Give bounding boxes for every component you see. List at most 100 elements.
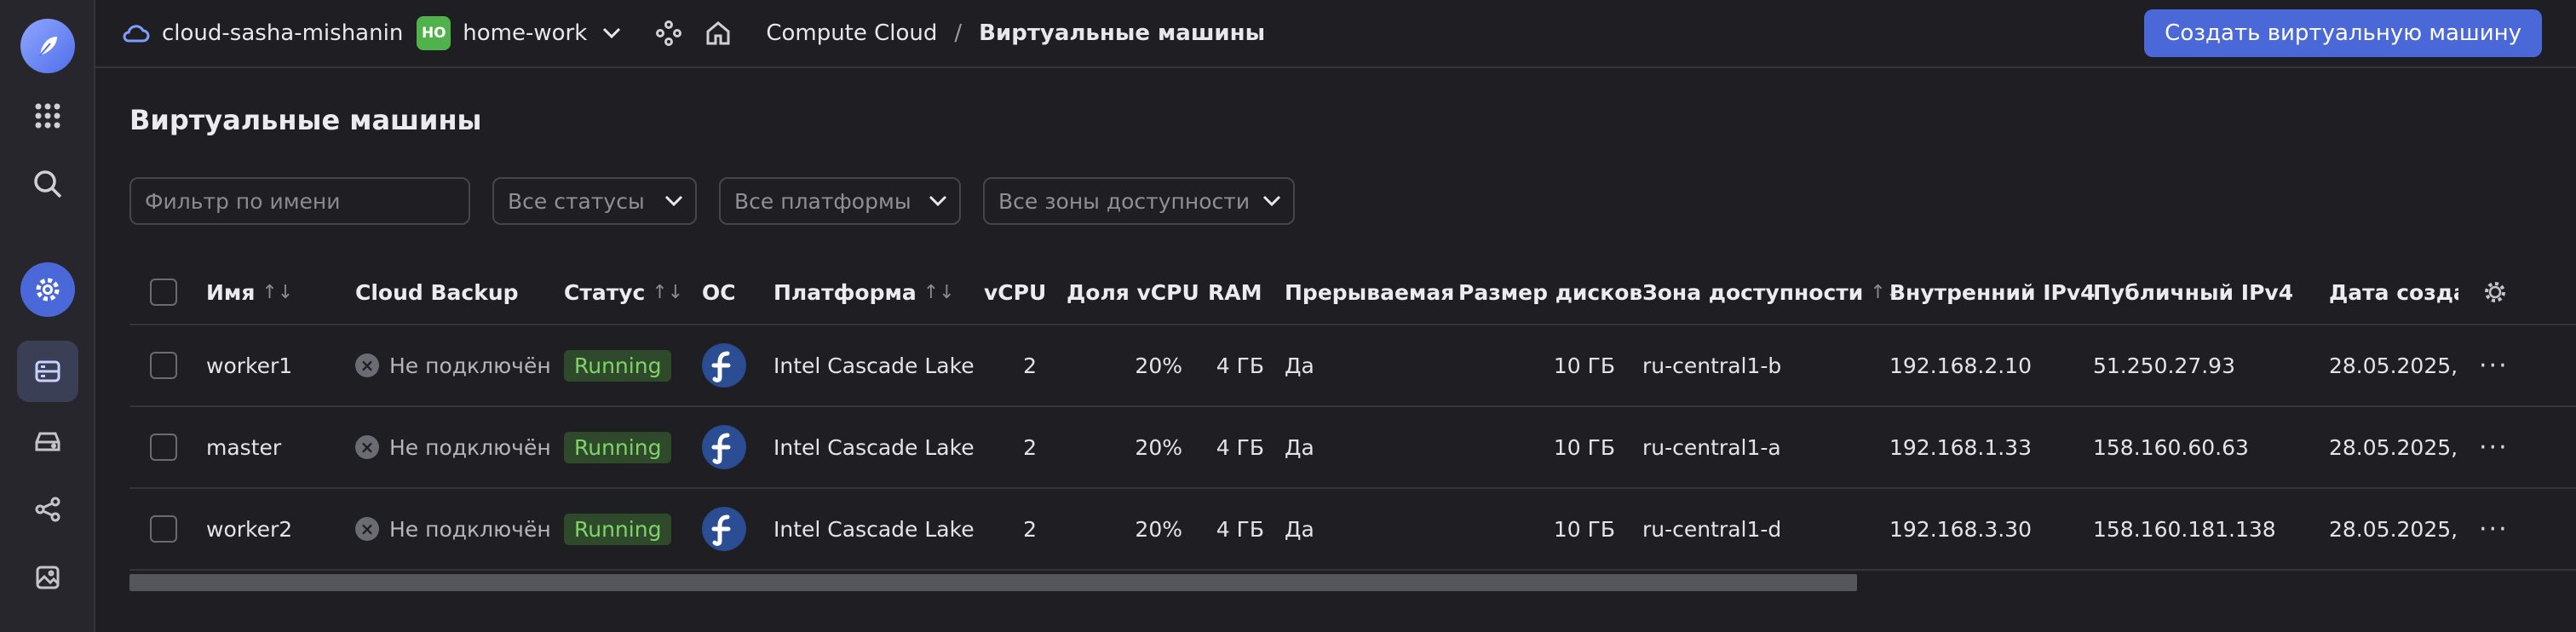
sort-icon[interactable]: ↑↓ <box>652 282 683 303</box>
ram: 4 ГБ <box>1216 353 1264 378</box>
backup-cell: × Не подключён <box>355 489 551 569</box>
network-icon[interactable] <box>17 479 78 540</box>
vm-name[interactable]: worker2 <box>206 489 292 569</box>
breadcrumb-service[interactable]: Compute Cloud <box>766 20 937 46</box>
backup-cell: × Не подключён <box>355 407 551 487</box>
backup-status: Не подключён <box>389 434 551 460</box>
settings-gear-icon[interactable] <box>20 262 75 317</box>
created-date: 28.05.2025, в <box>2329 353 2458 378</box>
column-header-created: Дата создан <box>2329 279 2458 305</box>
cloud-selector[interactable]: cloud-sasha-mishanin <box>121 20 403 46</box>
row-checkbox[interactable] <box>150 352 177 379</box>
internal-ip: 192.168.3.30 <box>1889 516 2032 542</box>
filter-bar: Все статусы Все платформы Все зоны досту… <box>129 177 1295 225</box>
preemptible: Да <box>1285 353 1314 378</box>
column-header-vcpu: vCPU <box>984 279 1047 305</box>
chevron-down-icon <box>1262 195 1281 207</box>
status-filter-select[interactable]: Все статусы <box>492 177 697 225</box>
image-icon[interactable] <box>17 547 78 608</box>
page-title: Виртуальные машины <box>129 104 482 136</box>
disk-size: 10 ГБ <box>1553 516 1615 542</box>
platform-filter-value: Все платформы <box>734 188 911 214</box>
folder-selector[interactable]: HO home-work <box>403 16 621 50</box>
column-header-name[interactable]: Имя ↑↓ <box>206 261 293 324</box>
top-header: cloud-sasha-mishanin HO home-work Comput… <box>95 0 2576 68</box>
vm-name[interactable]: master <box>206 407 281 487</box>
status-badge: Running <box>564 349 672 382</box>
column-header-platform[interactable]: Платформа ↑↓ <box>773 261 955 324</box>
more-icon[interactable]: ··· <box>2479 407 2509 487</box>
compute-icon[interactable] <box>17 341 78 402</box>
column-header-internal-ip: Внутренний IPv4 <box>1889 279 2096 305</box>
fedora-icon <box>702 343 746 388</box>
more-icon[interactable]: ··· <box>2479 325 2509 405</box>
vcpu-share: 20% <box>1135 434 1182 460</box>
chevron-down-icon <box>664 195 683 207</box>
zone: ru-central1-a <box>1642 434 1781 460</box>
table-row[interactable]: worker1 × Не подключён Running Intel Cas… <box>129 325 2576 407</box>
create-vm-button[interactable]: Создать виртуальную машину <box>2144 9 2542 57</box>
disk-size: 10 ГБ <box>1553 353 1615 378</box>
backup-cell: × Не подключён <box>355 325 551 405</box>
backup-status: Не подключён <box>389 516 551 542</box>
fedora-icon <box>702 507 746 551</box>
table-row[interactable]: master × Не подключён Running Intel Casc… <box>129 407 2576 489</box>
column-header-ram: RAM <box>1208 279 1262 305</box>
ram: 4 ГБ <box>1216 434 1264 460</box>
table-header-row: Имя ↑↓ Cloud Backup Статус ↑↓ ОС Платформа… <box>129 261 2576 325</box>
column-header-status[interactable]: Статус ↑↓ <box>564 261 683 324</box>
platform: Intel Cascade Lake <box>773 353 975 378</box>
cloud-name: cloud-sasha-mishanin <box>162 20 404 46</box>
chevron-down-icon[interactable] <box>602 27 621 39</box>
vcpu-share: 20% <box>1135 516 1182 542</box>
internal-ip: 192.168.2.10 <box>1889 353 2032 378</box>
column-settings-icon[interactable] <box>2482 261 2508 324</box>
platform-filter-select[interactable]: Все платформы <box>719 177 961 225</box>
sort-icon[interactable]: ↑↓ <box>923 282 955 303</box>
logo-icon[interactable] <box>20 19 75 73</box>
not-connected-icon: × <box>355 353 379 377</box>
chevron-down-icon <box>929 195 947 207</box>
column-header-zone[interactable]: Зона доступности ↑↓ <box>1642 261 1901 324</box>
column-header-vcpu-share: Доля vCPU <box>1067 279 1199 305</box>
public-ip: 158.160.60.63 <box>2093 434 2249 460</box>
apps-grid-icon[interactable] <box>17 85 78 147</box>
vm-table: Имя ↑↓ Cloud Backup Статус ↑↓ ОС Платформа… <box>129 261 2576 571</box>
not-connected-icon: × <box>355 435 379 459</box>
horizontal-scrollbar[interactable] <box>129 574 1857 591</box>
created-date: 28.05.2025, в <box>2329 516 2458 542</box>
not-connected-icon: × <box>355 517 379 541</box>
zone-filter-select[interactable]: Все зоны доступности <box>983 177 1295 225</box>
search-icon[interactable] <box>17 153 78 215</box>
vm-name[interactable]: worker1 <box>206 325 292 405</box>
name-filter-input[interactable] <box>129 177 470 225</box>
hierarchy-icon[interactable] <box>655 20 682 47</box>
row-checkbox[interactable] <box>150 515 177 543</box>
vcpu-share: 20% <box>1135 353 1182 378</box>
ram: 4 ГБ <box>1216 516 1264 542</box>
status-badge: Running <box>564 513 672 545</box>
preemptible: Да <box>1285 434 1314 460</box>
backup-status: Не подключён <box>389 353 551 378</box>
fedora-icon <box>702 425 746 469</box>
vcpu: 2 <box>1023 353 1037 378</box>
disk-icon[interactable] <box>17 411 78 472</box>
created-date: 28.05.2025, в <box>2329 434 2458 460</box>
zone-filter-value: Все зоны доступности <box>998 188 1251 214</box>
row-checkbox[interactable] <box>150 434 177 461</box>
zone: ru-central1-b <box>1642 353 1782 378</box>
breadcrumb-separator: / <box>954 20 963 46</box>
home-icon[interactable] <box>704 20 732 47</box>
public-ip: 158.160.181.138 <box>2093 516 2276 542</box>
table-row[interactable]: worker2 × Не подключён Running Intel Cas… <box>129 489 2576 571</box>
folder-name: home-work <box>463 20 588 46</box>
internal-ip: 192.168.1.33 <box>1889 434 2032 460</box>
column-header-public-ip: Публичный IPv4 <box>2093 279 2294 305</box>
vcpu: 2 <box>1023 434 1037 460</box>
disk-size: 10 ГБ <box>1553 434 1615 460</box>
platform: Intel Cascade Lake <box>773 516 975 542</box>
public-ip: 51.250.27.93 <box>2093 353 2235 378</box>
select-all-checkbox[interactable] <box>150 279 177 306</box>
sort-icon[interactable]: ↑↓ <box>262 282 293 303</box>
more-icon[interactable]: ··· <box>2479 489 2509 569</box>
